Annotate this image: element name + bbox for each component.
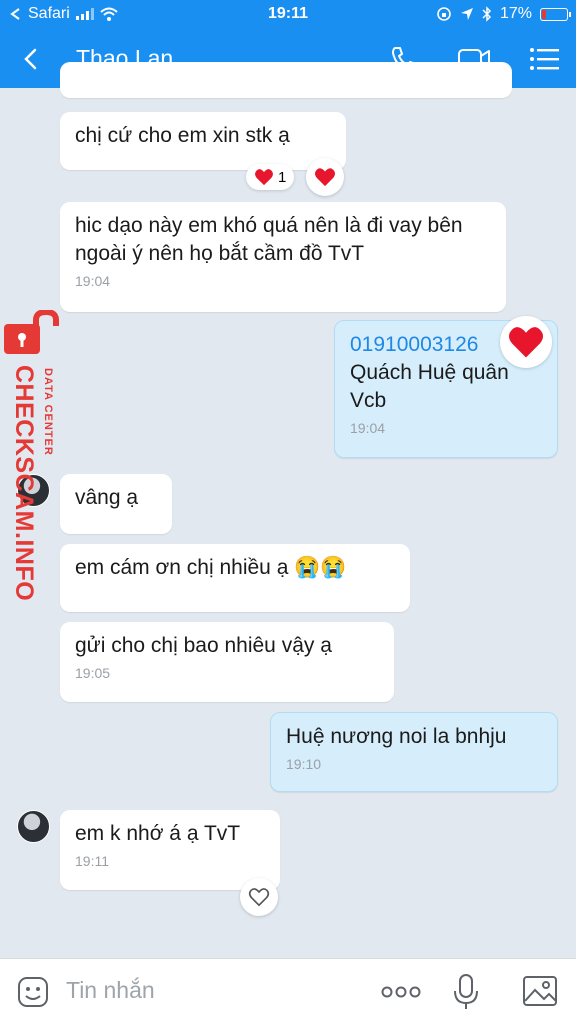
back-arrow-icon[interactable] <box>18 42 48 76</box>
reaction-count: 1 <box>278 168 287 186</box>
heart-outline-icon <box>248 888 270 907</box>
sticker-icon[interactable] <box>16 975 50 1009</box>
microphone-icon[interactable] <box>452 973 480 1011</box>
message-time: 19:10 <box>286 756 322 772</box>
message-text: em k nhớ á ạ TvT <box>75 822 241 845</box>
message-bubble-outgoing[interactable]: Huệ nương noi la bnhju 19:10 <box>270 712 558 792</box>
watermark-brand: CHECKSCAM.INFO <box>10 365 38 602</box>
more-icon[interactable] <box>380 985 422 999</box>
heart-icon <box>255 169 273 186</box>
message-text: em cám ơn chị nhiều ạ 😭😭 <box>75 556 347 579</box>
screen-lock-icon <box>437 7 451 21</box>
message-text: vâng ạ <box>75 486 139 509</box>
react-button[interactable] <box>306 158 344 196</box>
bluetooth-icon <box>482 6 492 22</box>
message-time: 19:04 <box>75 273 111 289</box>
message-text: Vcb <box>350 389 387 412</box>
react-button[interactable] <box>240 878 278 916</box>
message-text: chị cứ cho em xin stk ạ <box>75 124 290 147</box>
message-bubble[interactable]: em cám ơn chị nhiều ạ 😭😭 <box>60 544 410 612</box>
message-text: hic dạo này em khó quá nên là đi vay bên… <box>75 214 463 265</box>
message-text: gửi cho chị bao nhiêu vậy ạ <box>75 634 332 657</box>
location-icon <box>460 8 473 20</box>
message-bubble[interactable]: chị cứ cho em xin stk ạ <box>60 112 346 170</box>
phone-number-link[interactable]: 01910003126 <box>350 333 478 356</box>
message-bubble-partial <box>60 62 512 98</box>
battery-percent: 17% <box>499 5 532 22</box>
message-bubble[interactable]: em k nhớ á ạ TvT 19:11 <box>60 810 280 890</box>
message-time: 19:04 <box>350 420 386 436</box>
message-bubble[interactable]: gửi cho chị bao nhiêu vậy ạ 19:05 <box>60 622 394 702</box>
message-time: 19:11 <box>75 853 109 869</box>
message-text: Quách Huệ quân <box>350 361 509 384</box>
avatar[interactable] <box>17 810 50 843</box>
message-input-bar: Tin nhắn <box>0 958 576 1024</box>
watermark-subtitle: DATA CENTER <box>42 368 54 456</box>
padlock-logo <box>4 310 59 354</box>
image-icon[interactable] <box>522 973 560 1009</box>
battery-icon <box>540 7 571 21</box>
message-text: Huệ nương noi la bnhju <box>286 725 507 748</box>
message-bubble[interactable]: vâng ạ <box>60 474 172 534</box>
heart-icon <box>509 327 543 358</box>
status-bar: Safari 19:11 17% <box>0 0 576 30</box>
message-input[interactable]: Tin nhắn <box>66 977 155 1004</box>
watermark: DATA CENTER CHECKSCAM.INFO <box>2 310 62 601</box>
menu-icon[interactable] <box>527 42 563 76</box>
reaction-summary[interactable]: 1 <box>246 164 295 190</box>
reaction-heart[interactable] <box>500 316 552 368</box>
heart-icon <box>315 168 335 187</box>
message-time: 19:05 <box>75 665 111 681</box>
message-bubble[interactable]: hic dạo này em khó quá nên là đi vay bên… <box>60 202 506 312</box>
